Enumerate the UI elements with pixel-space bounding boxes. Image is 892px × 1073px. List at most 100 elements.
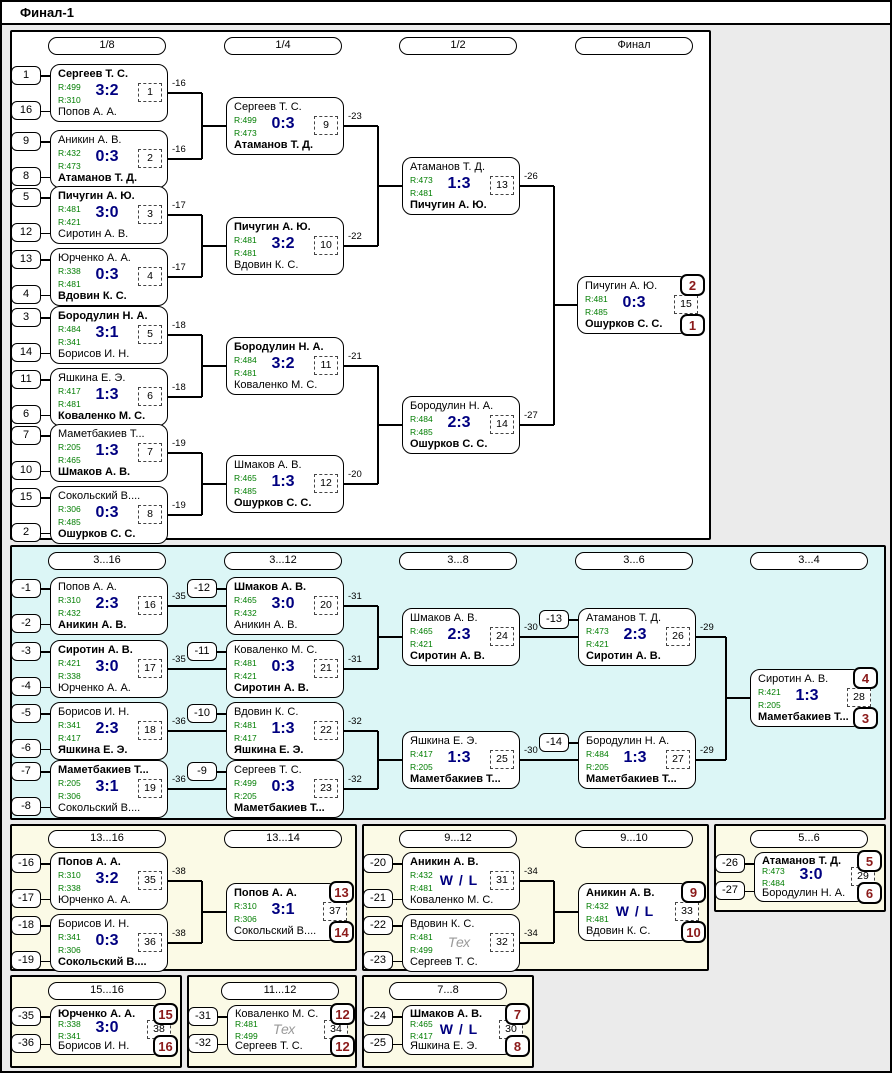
match-box[interactable]: Шмаков А. В. R:465 R:417 W / L 30 Яшкина… [363,1003,530,1057]
match-box[interactable]: Атаманов Т. Д. R:473 R:481 1:3 13 Пичуги… [402,157,520,215]
match-box[interactable]: Аникин А. В. R:432 R:481 W / L 33 Вдовин… [578,881,706,943]
match-box[interactable]: Яшкина Е. Э. R:417 R:205 1:3 25 Маметбак… [402,731,520,789]
match-score: 3:1 [95,778,119,795]
match-number: 21 [314,659,338,678]
player-name-bottom: Ошурков С. С. [234,497,312,509]
connector-line [168,880,202,882]
match-score: 1:3 [95,386,119,403]
match-box[interactable]: Бородулин Н. А. R:484 R:341 3:1 5 Борисо… [11,306,168,364]
connector-label: -31 [348,654,362,665]
match-score: 2:3 [623,626,647,643]
connector-line [696,759,726,761]
match-box[interactable]: Маметбакиев Т... R:205 R:465 1:3 7 Шмако… [11,424,168,482]
connector-label: -32 [348,716,362,727]
connector-line [168,942,202,944]
seed-tag-top: -1 [11,579,41,598]
match-box[interactable]: Сиротин А. В. R:421 R:205 1:3 28 Маметба… [750,667,878,729]
match-number: 16 [138,596,162,615]
match-number: 10 [314,236,338,255]
player-name-bottom: Аникин А. В. [58,619,127,631]
player-rating-bottom: R:205 [758,700,781,710]
match-box[interactable]: Коваленко М. С. R:481 R:421 0:3 21 Сирот… [187,640,344,698]
match-box[interactable]: Вдовин К. С. R:481 R:417 1:3 22 Яшкина Е… [187,702,344,760]
connector-label: -16 [172,144,186,155]
match-score: 3:2 [271,355,295,372]
player-name-bottom: Сиротин А. В. [586,650,661,662]
seed-tag-top: -7 [11,762,41,781]
match-box[interactable]: Сокольский В.... R:306 R:485 0:3 8 Ошурк… [11,486,168,544]
match-box[interactable]: Борисов И. Н. R:341 R:417 2:3 18 Яшкина … [11,702,168,760]
connector-line [168,668,226,670]
match-score: 0:3 [95,148,119,165]
player-name-top: Пичугин А. Ю. [234,221,311,233]
match-box[interactable]: Сергеев Т. С. R:499 R:205 0:3 23 Маметба… [187,760,344,818]
seed-link-top [217,588,227,590]
player-name-top: Борисов И. Н. [58,918,130,930]
match-box[interactable]: Попов А. А. R:310 R:432 2:3 16 Аникин А.… [11,577,168,635]
match-score: 3:0 [271,595,295,612]
match-box[interactable]: Юрченко А. А. R:338 R:341 3:0 38 Борисов… [11,1003,178,1057]
seed-link-top [41,259,51,261]
match-box[interactable]: Пичугин А. Ю. R:481 R:481 3:2 10 Вдовин … [226,217,344,275]
match-box[interactable]: Шмаков А. В. R:465 R:432 3:0 20 Аникин А… [187,577,344,635]
seed-tag-top: -9 [187,762,217,781]
round-header: 3...16 [48,552,166,570]
connector-label: -19 [172,500,186,511]
match-box[interactable]: Бородулин Н. А. R:484 R:485 2:3 14 Ошурк… [402,396,520,454]
match-box[interactable]: Сергеев Т. С. R:499 R:473 0:3 9 Атаманов… [226,97,344,155]
connector-label: -38 [172,928,186,939]
seed-link-bottom [41,686,51,688]
seed-tag-bottom: -23 [363,951,393,970]
seed-link-top [41,863,51,865]
match-box[interactable]: Юрченко А. А. R:338 R:481 0:3 4 Вдовин К… [11,248,168,306]
connector-line [202,245,226,247]
match-box[interactable]: Сергеев Т. С. R:499 R:310 3:2 1 Попов А.… [11,64,168,122]
seed-tag-top: -12 [187,579,217,598]
seed-link-top [393,863,403,865]
seed-link-bottom [393,960,403,962]
match-box[interactable]: Сиротин А. В. R:421 R:338 3:0 17 Юрченко… [11,640,168,698]
match-box[interactable]: Бородулин Н. А. R:484 R:481 3:2 11 Ковал… [226,337,344,395]
match-score: W / L [615,903,655,919]
match-box[interactable]: Борисов И. Н. R:341 R:306 0:3 36 Сокольс… [11,914,168,972]
seed-tag-bottom: 10 [11,461,41,480]
match-box[interactable]: Шмаков А. В. R:465 R:485 1:3 12 Ошурков … [226,455,344,513]
match-score: 1:3 [447,175,471,192]
match-box[interactable]: Атаманов Т. Д. R:473 R:484 3:0 29 Бороду… [715,850,882,904]
player-name-bottom: Сокольский В.... [58,956,147,968]
player-name-top: Сергеев Т. С. [234,764,302,776]
match-score: W / L [439,1021,479,1037]
match-number: 36 [138,933,162,952]
match-box[interactable]: Пичугин А. Ю. R:481 R:421 3:0 3 Сиротин … [11,186,168,244]
player-name-bottom: Яшкина Е. Э. [234,744,304,756]
player-name-top: Атаманов Т. Д. [586,612,662,624]
match-box[interactable]: Пичугин А. Ю. R:481 R:485 0:3 15 Ошурков… [577,274,705,336]
player-name-bottom: Вдовин К. С. [234,259,299,271]
match-box[interactable]: Аникин А. В. R:432 R:473 0:3 2 Атаманов … [11,130,168,188]
match-box[interactable]: Попов А. А. R:310 R:338 3:2 35 Юрченко А… [11,852,168,910]
player-name-top: Коваленко М. С. [234,644,318,656]
match-box[interactable]: Атаманов Т. Д. R:473 R:421 2:3 26 Сироти… [539,608,696,666]
match-box[interactable]: Яшкина Е. Э. R:417 R:481 1:3 6 Коваленко… [11,368,168,426]
connector-line [520,880,554,882]
player-name-top: Яшкина Е. Э. [410,735,478,747]
seed-tag-top: -18 [11,916,41,935]
round-header: 7...8 [389,982,507,1000]
seed-link-top [41,75,51,77]
player-name-bottom: Сиротин А. В. [58,228,129,240]
tournament-bracket-page: Финал-1 1/8 1/4 1/2 Финал 3...16 3...12 3...8 3… [0,0,892,1073]
match-box[interactable]: Коваленко М. С. R:481 R:499 Тех 34 Серге… [188,1003,355,1057]
player-name-bottom: Маметбакиев Т... [234,802,325,814]
match-box[interactable]: Вдовин К. С. R:481 R:499 Тех 32 Сергеев … [363,914,520,972]
match-box[interactable]: Попов А. А. R:310 R:306 3:1 37 Сокольски… [226,881,354,943]
match-score: 1:3 [447,749,471,766]
connector-line [168,214,202,216]
match-box[interactable]: Бородулин Н. А. R:484 R:205 1:3 27 Мамет… [539,731,696,789]
player-rating-bottom: R:485 [410,427,433,437]
match-box[interactable]: Шмаков А. В. R:465 R:421 2:3 24 Сиротин … [402,608,520,666]
match-box[interactable]: Маметбакиев Т... R:205 R:306 3:1 19 Соко… [11,760,168,818]
place-tag-bottom: 12 [330,1035,355,1057]
match-box[interactable]: Аникин А. В. R:432 R:481 W / L 31 Ковале… [363,852,520,910]
connector-line [344,245,378,247]
connector-line [520,185,554,187]
